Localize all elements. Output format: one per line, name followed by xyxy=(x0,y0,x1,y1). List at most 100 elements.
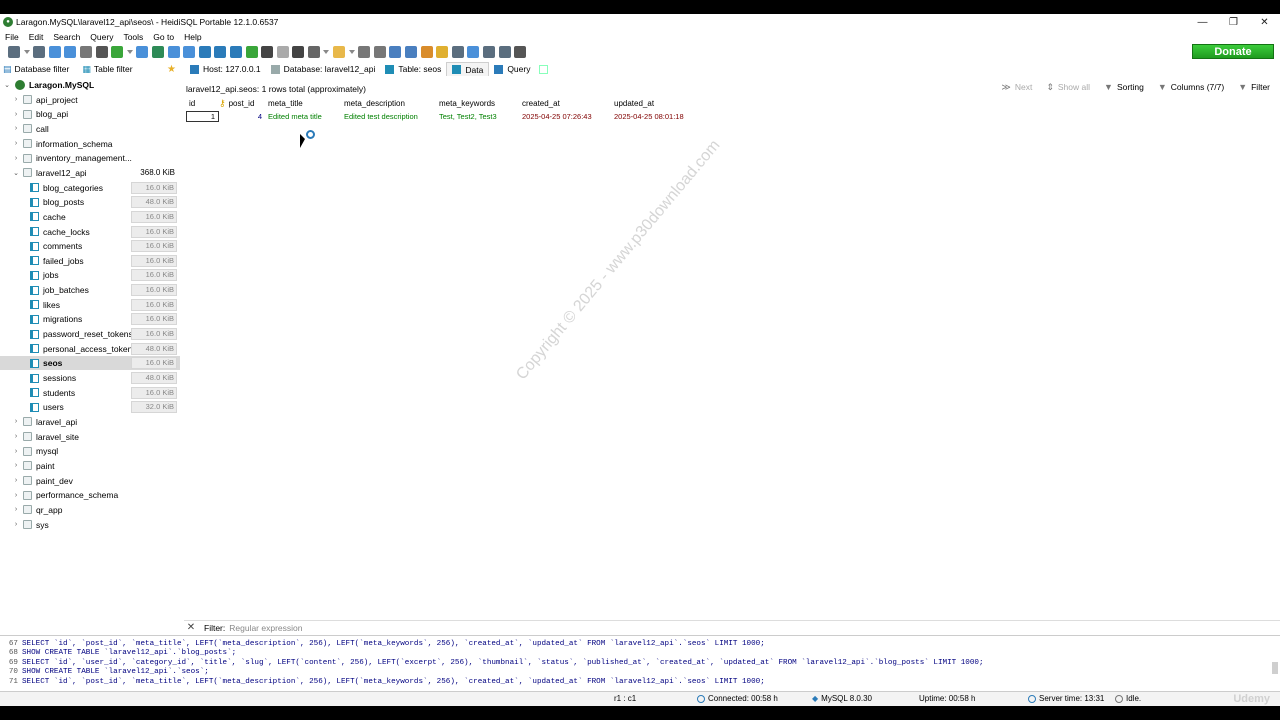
tree-table-blog-categories[interactable]: blog_categories 16.0 KiB xyxy=(0,181,180,195)
minimize-icon[interactable]: — xyxy=(1187,14,1218,30)
column-header-updated-at[interactable]: updated_at xyxy=(611,99,701,108)
chevron-down-icon[interactable]: ⌄ xyxy=(3,81,11,89)
favorites-star-icon[interactable]: ★ xyxy=(167,64,176,75)
chevron-right-icon[interactable]: › xyxy=(12,492,20,499)
cancel-icon[interactable] xyxy=(292,46,305,58)
show-all-button[interactable]: ⇕ Show all xyxy=(1046,82,1090,93)
tree-table-personal-access-tokens[interactable]: personal_access_tokens 48.0 KiB xyxy=(0,342,180,356)
maximize-icon[interactable]: ❐ xyxy=(1218,14,1249,30)
tree-db-mysql[interactable]: › mysql xyxy=(0,444,180,458)
sql-log[interactable]: 67 SELECT `id`, `post_id`, `meta_title`, … xyxy=(0,635,1280,690)
log-scrollbar[interactable] xyxy=(1272,662,1278,674)
log-line[interactable]: 71 SELECT `id`, `post_id`, `meta_title`, … xyxy=(0,677,765,687)
tree-table-job-batches[interactable]: job_batches 16.0 KiB xyxy=(0,283,180,297)
chevron-right-icon[interactable]: › xyxy=(12,96,20,103)
chevron-right-icon[interactable]: › xyxy=(12,111,20,118)
filter-input[interactable]: Regular expression xyxy=(229,623,339,633)
delete-icon[interactable] xyxy=(261,46,274,58)
more-icon[interactable] xyxy=(498,46,511,58)
save-icon[interactable] xyxy=(358,46,371,58)
column-header-meta-title[interactable]: meta_title xyxy=(265,99,341,108)
tree-table-password-reset-tokens[interactable]: password_reset_tokens 16.0 KiB xyxy=(0,327,180,341)
log-line[interactable]: 67 SELECT `id`, `post_id`, `meta_title`, … xyxy=(0,639,765,649)
tree-table-students[interactable]: students 16.0 KiB xyxy=(0,386,180,400)
column-header-meta-description[interactable]: meta_description xyxy=(341,99,436,108)
data-grid[interactable]: id ⚷ post_id meta_title meta_description meta… xyxy=(186,97,701,123)
dropdown-icon[interactable] xyxy=(323,50,330,54)
tree-table-cache-locks[interactable]: cache_locks 16.0 KiB xyxy=(0,225,180,239)
filter-button[interactable]: ▼ Filter xyxy=(1238,82,1270,92)
menu-tools[interactable]: Tools xyxy=(118,32,148,42)
warning-icon[interactable] xyxy=(436,46,449,58)
log-line[interactable]: 69 SELECT `id`, `user_id`, `category_id`,… xyxy=(0,658,984,668)
donate-button[interactable]: Donate xyxy=(1192,44,1274,59)
chevron-right-icon[interactable]: › xyxy=(12,418,20,425)
chevron-right-icon[interactable]: › xyxy=(12,155,20,162)
print-icon[interactable] xyxy=(95,46,108,58)
post-icon[interactable] xyxy=(276,46,289,58)
table-filter[interactable]: ▦ Table filter xyxy=(79,64,132,75)
tree-table-migrations[interactable]: migrations 16.0 KiB xyxy=(0,312,180,326)
menu-help[interactable]: Help xyxy=(179,32,206,42)
disconnect-icon[interactable] xyxy=(33,46,46,58)
database-filter[interactable]: ▤ Database filter xyxy=(0,64,69,75)
tree-db-laravel-site[interactable]: › laravel_site xyxy=(0,430,180,444)
undo-icon[interactable] xyxy=(79,46,92,58)
transfer2-icon[interactable] xyxy=(483,46,495,58)
tree-db-paint-dev[interactable]: › paint_dev xyxy=(0,474,180,488)
chevron-right-icon[interactable]: › xyxy=(12,125,20,132)
chevron-right-icon[interactable]: › xyxy=(12,506,20,513)
cell-id[interactable]: 1 xyxy=(186,111,219,122)
import-icon[interactable] xyxy=(167,46,180,58)
dropdown-icon[interactable] xyxy=(126,50,133,54)
close-tab-icon[interactable] xyxy=(514,46,527,58)
user-manager-icon[interactable] xyxy=(136,46,149,58)
tree-table-jobs[interactable]: jobs 16.0 KiB xyxy=(0,268,180,282)
tab-data[interactable]: Data xyxy=(446,62,490,76)
tab-query[interactable]: Query xyxy=(489,62,535,76)
cell-updated-at[interactable]: 2025-04-25 08:01:18 xyxy=(611,112,701,121)
wrap-icon[interactable] xyxy=(467,46,480,58)
cell-meta-description[interactable]: Edited test description xyxy=(341,112,436,121)
cell-post-id[interactable]: 4 xyxy=(219,112,265,121)
column-header-post-id[interactable]: ⚷ post_id xyxy=(219,98,265,109)
chevron-right-icon[interactable]: › xyxy=(12,521,20,528)
replace-icon[interactable] xyxy=(405,46,418,58)
cell-created-at[interactable]: 2025-04-25 07:26:43 xyxy=(519,112,611,121)
close-icon[interactable]: ✕ xyxy=(1249,14,1280,30)
help-icon[interactable] xyxy=(198,46,211,58)
tree-table-blog-posts[interactable]: blog_posts 48.0 KiB xyxy=(0,195,180,209)
tree-db-sys[interactable]: › sys xyxy=(0,518,180,532)
column-header-id[interactable]: id xyxy=(186,99,219,108)
tree-table-failed-jobs[interactable]: failed_jobs 16.0 KiB xyxy=(0,254,180,268)
table-row[interactable]: 1 4 Edited meta title Edited test descripti… xyxy=(186,110,701,123)
first-icon[interactable] xyxy=(214,46,227,58)
tree-db-blog-api[interactable]: › blog_api xyxy=(0,107,180,121)
tree-db-paint[interactable]: › paint xyxy=(0,459,180,473)
column-header-meta-keywords[interactable]: meta_keywords xyxy=(436,99,519,108)
tree-db-call[interactable]: › call xyxy=(0,122,180,136)
dropdown-icon[interactable] xyxy=(348,50,355,54)
tab-host[interactable]: Host: 127.0.0.1 xyxy=(185,62,266,76)
chevron-down-icon[interactable]: ⌄ xyxy=(12,169,20,177)
close-filter-icon[interactable]: ✕ xyxy=(184,622,198,633)
menu-search[interactable]: Search xyxy=(48,32,85,42)
query-extra-icon[interactable] xyxy=(539,64,549,74)
column-header-created-at[interactable]: created_at xyxy=(519,99,611,108)
tree-table-sessions[interactable]: sessions 48.0 KiB xyxy=(0,371,180,385)
run-icon[interactable] xyxy=(307,46,320,58)
tree-db-qr-app[interactable]: › qr_app xyxy=(0,503,180,517)
export-icon[interactable] xyxy=(151,46,164,58)
cell-meta-title[interactable]: Edited meta title xyxy=(265,112,341,121)
copy-icon[interactable] xyxy=(48,46,61,58)
tree-db-laravel-api[interactable]: › laravel_api xyxy=(0,415,180,429)
tree-table-seos[interactable]: seos 16.0 KiB xyxy=(0,356,180,371)
refresh-icon[interactable] xyxy=(111,46,124,58)
log-line[interactable]: 68 SHOW CREATE TABLE `laravel12_api`.`blo… xyxy=(0,649,236,659)
tree-table-cache[interactable]: cache 16.0 KiB xyxy=(0,210,180,224)
tree-db-inventory-management[interactable]: › inventory_management... xyxy=(0,151,180,165)
menu-query[interactable]: Query xyxy=(85,32,118,42)
sorting-button[interactable]: ▼ Sorting xyxy=(1104,82,1144,92)
chevron-right-icon[interactable]: › xyxy=(12,433,20,440)
tree-table-likes[interactable]: likes 16.0 KiB xyxy=(0,298,180,312)
